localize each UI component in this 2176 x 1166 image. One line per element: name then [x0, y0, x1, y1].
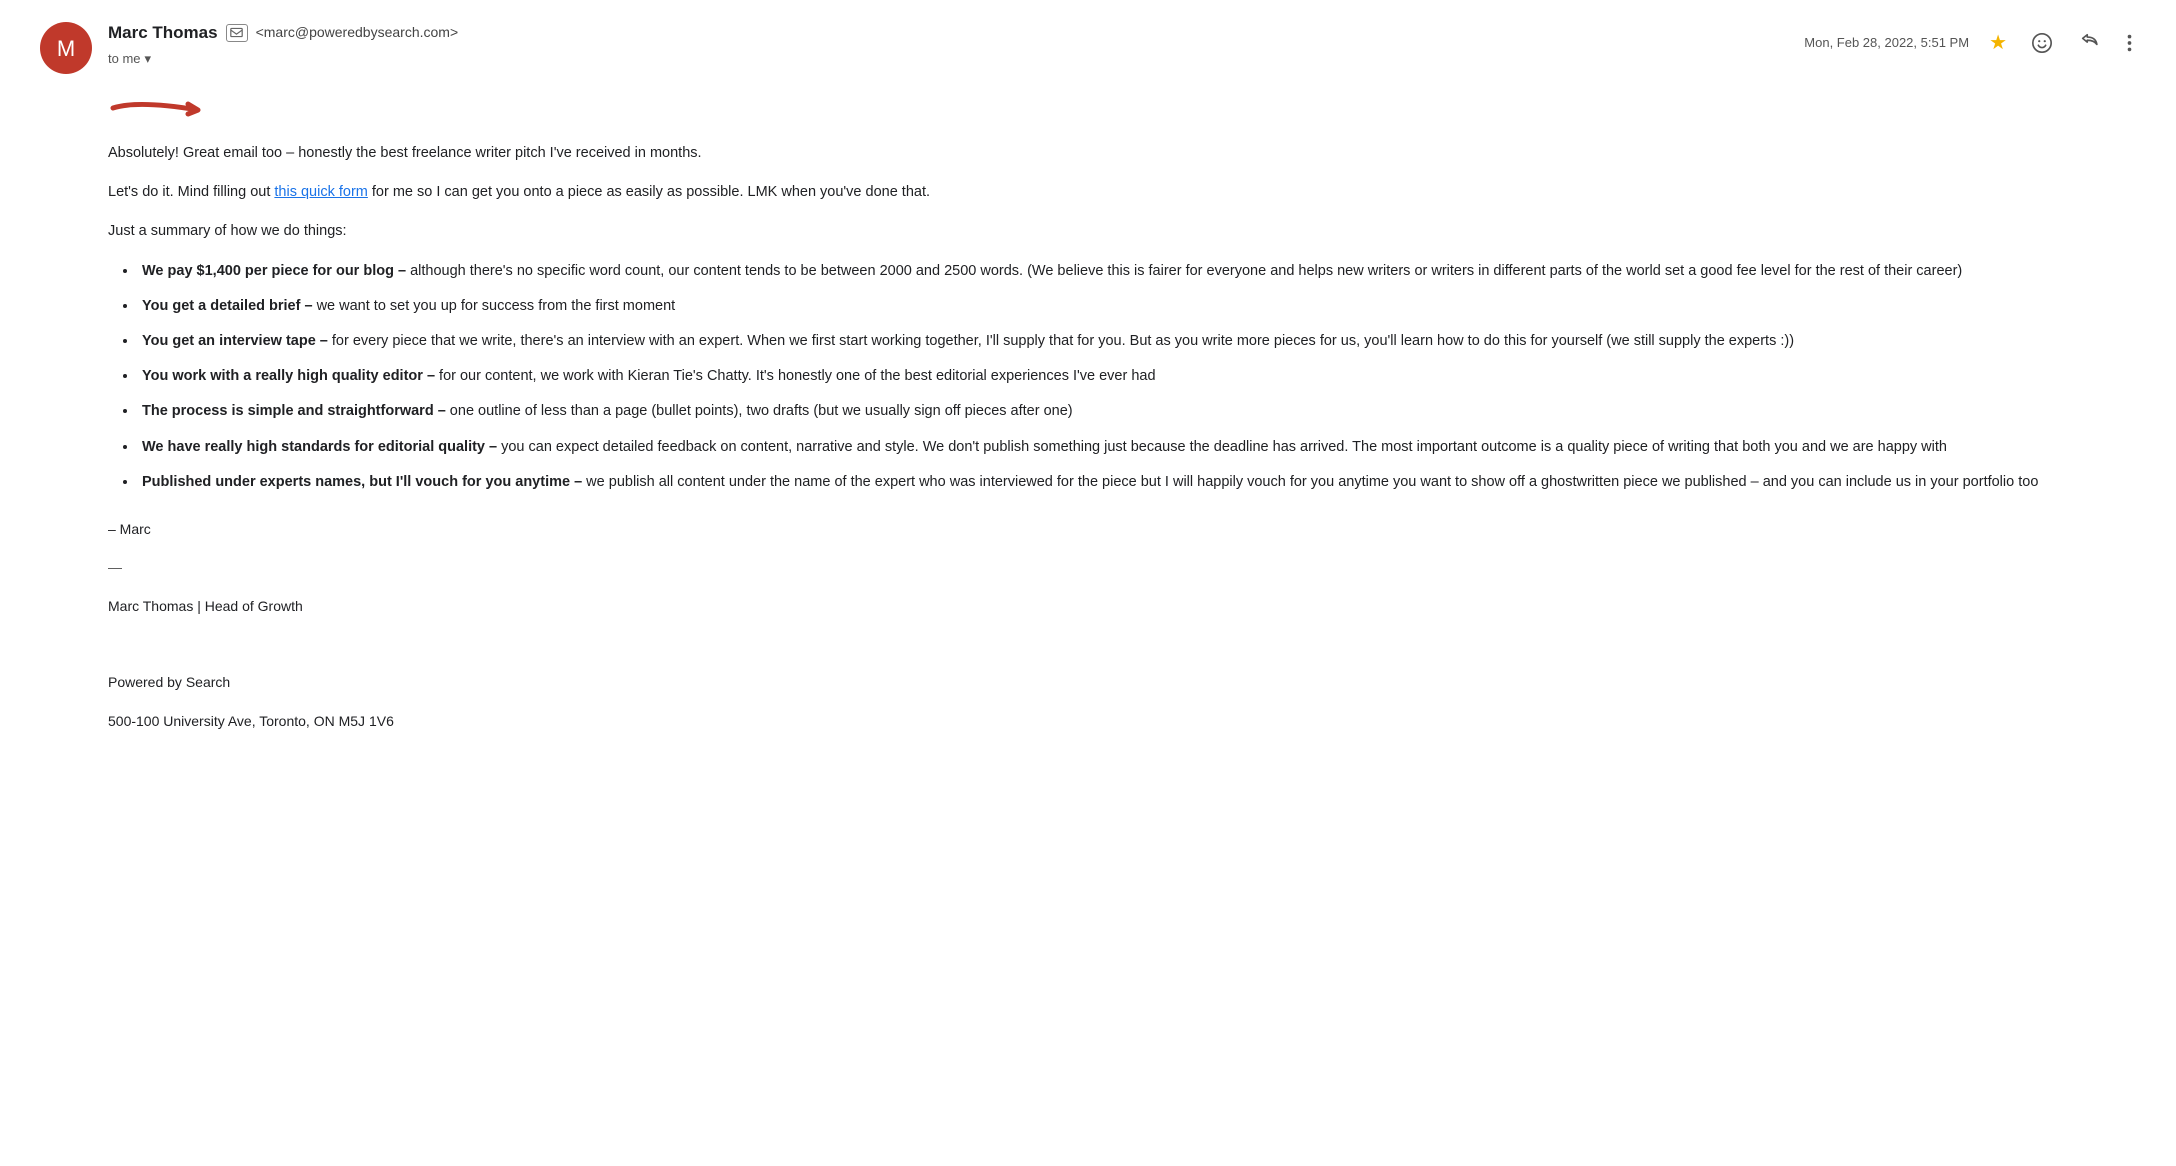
- para-1: Absolutely! Great email too – honestly t…: [108, 142, 2136, 165]
- star-icon[interactable]: ★: [1989, 28, 2007, 58]
- quick-form-link[interactable]: this quick form: [274, 184, 367, 200]
- bullet1-text: although there's no specific word count,…: [406, 263, 1962, 279]
- bullet6-bold: We have really high standards for editor…: [142, 439, 497, 455]
- signature: – Marc — Marc Thomas | Head of Growth Po…: [108, 518, 2136, 732]
- bullet4-bold: You work with a really high quality edit…: [142, 368, 435, 384]
- sender-name-row: Marc Thomas <marc@poweredbysearch.com>: [108, 20, 458, 46]
- para-3: Just a summary of how we do things:: [108, 220, 2136, 243]
- list-item-3: You get an interview tape – for every pi…: [138, 330, 2136, 353]
- bullet2-bold: You get a detailed brief –: [142, 298, 313, 314]
- header-right: Mon, Feb 28, 2022, 5:51 PM ★: [1804, 20, 2136, 58]
- list-item-5: The process is simple and straightforwar…: [138, 400, 2136, 423]
- bullet2-text: we want to set you up for success from t…: [313, 298, 676, 314]
- emoji-reaction-button[interactable]: [2027, 28, 2057, 58]
- sender-info: M Marc Thomas <marc@poweredbysearch.com>…: [40, 20, 458, 74]
- header-actions: [2027, 28, 2136, 58]
- signature-company: Powered by Search: [108, 671, 2136, 693]
- more-options-button[interactable]: [2123, 28, 2136, 58]
- bullet3-bold: You get an interview tape –: [142, 333, 328, 349]
- list-item-7: Published under experts names, but I'll …: [138, 471, 2136, 494]
- bullet-list: We pay $1,400 per piece for our blog – a…: [138, 260, 2136, 494]
- bullet1-bold: We pay $1,400 per piece for our blog –: [142, 263, 406, 279]
- email-header: M Marc Thomas <marc@poweredbysearch.com>…: [40, 20, 2136, 84]
- bullet6-text: you can expect detailed feedback on cont…: [497, 439, 1947, 455]
- bullet7-bold: Published under experts names, but I'll …: [142, 474, 582, 490]
- para2-pre: Let's do it. Mind filling out: [108, 184, 274, 200]
- signature-address: 500-100 University Ave, Toronto, ON M5J …: [108, 710, 2136, 732]
- sender-email: <marc@poweredbysearch.com>: [256, 22, 459, 43]
- para2-post: for me so I can get you onto a piece as …: [368, 184, 930, 200]
- recipient-label: to me: [108, 49, 141, 69]
- sender-name: Marc Thomas: [108, 20, 218, 46]
- spacer: [108, 633, 2136, 655]
- para-2: Let's do it. Mind filling out this quick…: [108, 181, 2136, 204]
- arrow-decoration: [40, 94, 2136, 122]
- bullet4-text: for our content, we work with Kieran Tie…: [435, 368, 1156, 384]
- verified-badge: [226, 24, 248, 42]
- bullet5-text: one outline of less than a page (bullet …: [446, 403, 1073, 419]
- list-item-6: We have really high standards for editor…: [138, 436, 2136, 459]
- list-item-1: We pay $1,400 per piece for our blog – a…: [138, 260, 2136, 283]
- signature-divider: —: [108, 556, 2136, 578]
- signature-name: Marc Thomas | Head of Growth: [108, 595, 2136, 617]
- bullet7-text: we publish all content under the name of…: [582, 474, 2038, 490]
- email-container: M Marc Thomas <marc@poweredbysearch.com>…: [0, 0, 2176, 798]
- reply-button[interactable]: [2075, 28, 2105, 58]
- red-arrow-icon: [108, 94, 228, 122]
- list-item-4: You work with a really high quality edit…: [138, 365, 2136, 388]
- recipient-row: to me ▾: [108, 49, 458, 69]
- sign-off: – Marc: [108, 518, 2136, 540]
- recipient-dropdown[interactable]: ▾: [145, 49, 152, 69]
- avatar: M: [40, 22, 92, 74]
- email-body: Absolutely! Great email too – honestly t…: [40, 132, 2136, 758]
- bullet3-text: for every piece that we write, there's a…: [328, 333, 1794, 349]
- list-item-2: You get a detailed brief – we want to se…: [138, 295, 2136, 318]
- bullet5-bold: The process is simple and straightforwar…: [142, 403, 446, 419]
- email-date: Mon, Feb 28, 2022, 5:51 PM: [1804, 33, 1969, 53]
- sender-details: Marc Thomas <marc@poweredbysearch.com> t…: [108, 20, 458, 68]
